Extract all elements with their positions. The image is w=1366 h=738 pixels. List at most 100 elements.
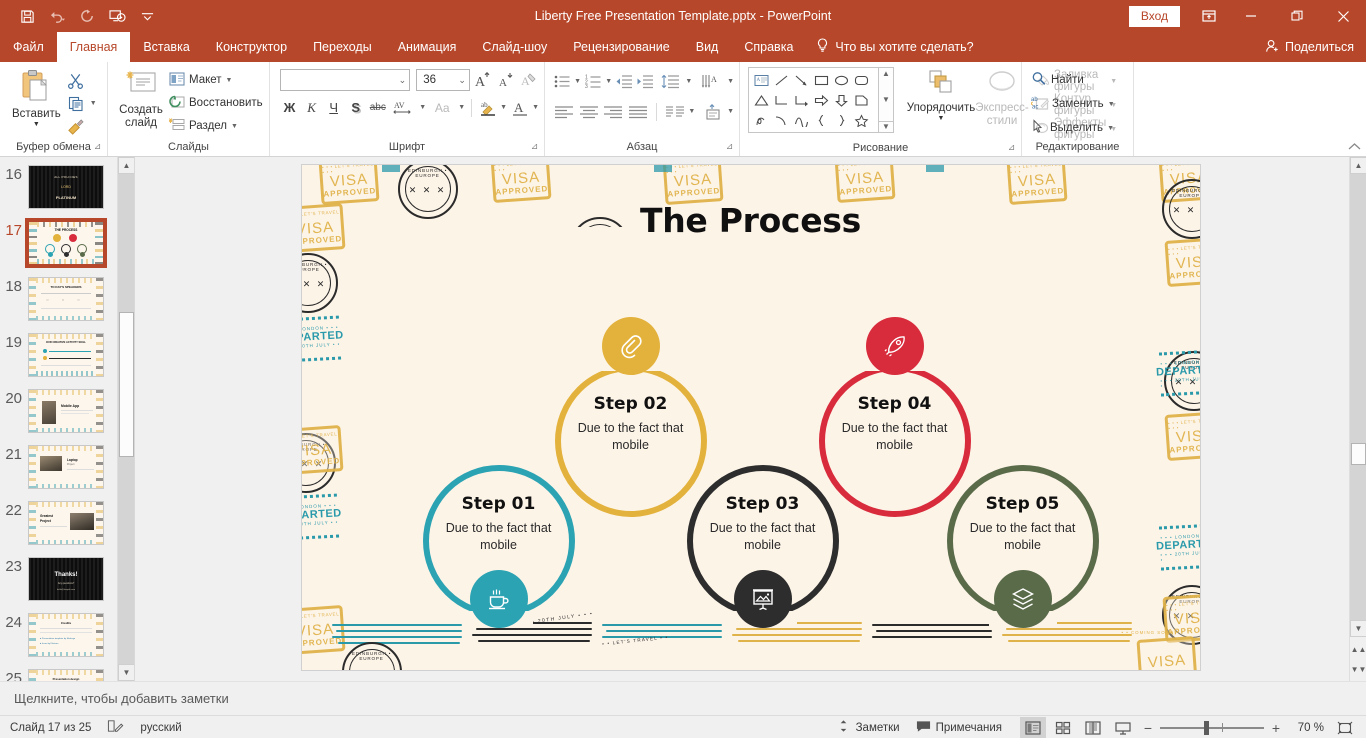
previous-slide-icon[interactable]: ▲▲ [1350,639,1366,659]
close-button[interactable] [1320,0,1366,32]
select-caret[interactable]: ▼ [1107,125,1114,132]
cut-icon[interactable] [65,69,87,91]
tab-help[interactable]: Справка [731,32,806,62]
tab-insert[interactable]: Вставка [130,32,202,62]
redo-icon[interactable] [74,4,100,28]
paperclip-icon[interactable] [601,317,660,375]
thumbnail-preview[interactable]: Thanks! Any questions? hello@freepik.com [28,557,104,601]
right-arrow-shape-icon[interactable] [811,90,831,110]
layout-dropdown-caret[interactable]: ▼ [226,77,233,84]
text-box-shape-icon[interactable]: A [751,70,771,90]
line-shape-icon[interactable] [771,70,791,90]
increase-font-size-icon[interactable]: A [473,69,493,91]
ribbon-display-options-icon[interactable] [1190,0,1228,32]
arrow-shape-icon[interactable] [791,70,811,90]
thumbnail-preview[interactable]: Credits ● Presentation template by Slide… [28,613,104,657]
layers-icon[interactable] [993,570,1052,628]
quick-styles-button[interactable]: Экспресс-стили [975,67,1029,140]
rocket-icon[interactable] [865,317,924,375]
slideshow-view-icon[interactable] [1110,717,1136,738]
elbow-arrow-shape-icon[interactable] [791,90,811,110]
list-item[interactable]: 19 OUR CREATIVE ACTIVITY SKILL [0,325,117,381]
arrange-button[interactable]: Упорядочить ▼ [906,67,976,140]
character-spacing-caret[interactable]: ▼ [419,104,426,111]
align-right-icon[interactable] [602,101,624,123]
font-color-icon[interactable]: A [510,97,529,119]
zoom-in-button[interactable]: + [1268,720,1284,736]
arc-shape-icon[interactable] [771,110,791,130]
star-shape-icon[interactable] [851,110,871,130]
bold-icon[interactable]: Ж [280,97,299,119]
triangle-shape-icon[interactable] [751,90,771,110]
slide-counter[interactable]: Слайд 17 из 25 [10,722,91,734]
text-shadow-icon[interactable]: S [346,97,365,119]
sign-in-button[interactable]: Вход [1128,5,1180,27]
thumbnail-preview[interactable]: Mobile App [28,389,104,433]
list-item[interactable]: 23 Thanks! Any questions? hello@freepik.… [0,549,117,605]
gallery-scroll-down-icon[interactable]: ▼ [882,95,890,104]
notes-button[interactable]: Заметки [836,719,900,736]
list-item[interactable]: 22 Greatest Project [0,493,117,549]
select-button[interactable]: Выделить ▼ [1028,117,1128,139]
line-spacing-icon[interactable] [658,71,683,93]
normal-view-icon[interactable] [1020,716,1046,738]
strikethrough-icon[interactable]: abc [368,97,387,119]
zoom-out-button[interactable]: − [1140,720,1156,736]
spellcheck-icon[interactable] [107,719,124,736]
tab-animations[interactable]: Анимация [385,32,470,62]
format-painter-icon[interactable] [65,116,87,138]
thumbnail-preview[interactable]: Laptop Project [28,445,104,489]
thumbnail-preview[interactable]: TO DAY'S SPEAKERS ○ ○ ○ [28,277,104,321]
slide-scroll-track[interactable] [1350,174,1366,637]
list-item[interactable]: 21 Laptop Project [0,437,117,493]
paragraph-dialog-launcher[interactable]: ⊿ [724,141,735,152]
paste-button[interactable]: Вставить ▼ [8,67,65,139]
find-button[interactable]: Найти [1028,69,1128,91]
replace-caret[interactable]: ▼ [1108,101,1115,108]
font-color-caret[interactable]: ▼ [532,104,539,111]
text-direction-icon[interactable]: A [699,71,724,93]
current-slide[interactable]: • • • LET'S TRAVEL • • • VISA APPROVED EDI… [301,165,1200,670]
tab-transitions[interactable]: Переходы [300,32,385,62]
gallery-scroll-up-icon[interactable]: ▲ [882,69,890,78]
line-spacing-caret[interactable]: ▼ [685,78,692,85]
tell-me-search[interactable]: Что вы хотите сделать? [816,32,974,62]
font-size-dropdown-caret[interactable]: ⌄ [458,75,466,86]
drawing-dialog-launcher[interactable]: ⊿ [1006,142,1017,153]
justify-icon[interactable] [627,101,649,123]
tab-review[interactable]: Рецензирование [560,32,683,62]
slide-scrollbar[interactable]: ▲ ▼ ▲▲ ▼▼ [1349,157,1366,681]
change-case-icon[interactable]: Aa [429,97,455,119]
thumbnail-scrollbar[interactable]: ▲ ▼ [117,157,134,681]
shapes-gallery[interactable]: A [748,67,879,133]
tab-home[interactable]: Главная [56,32,131,62]
align-text-caret[interactable]: ▼ [727,108,734,115]
columns-caret[interactable]: ▼ [688,108,695,115]
left-brace-shape-icon[interactable] [811,110,831,130]
character-spacing-icon[interactable]: AV [390,97,416,119]
customize-qat-icon[interactable] [134,4,160,28]
curve-shape-icon[interactable] [791,110,811,130]
thumbnail-preview[interactable]: Greatest Project [28,501,104,545]
pentagon-shape-icon[interactable] [851,90,871,110]
text-highlight-caret[interactable]: ▼ [500,104,507,111]
undo-icon[interactable] [44,4,70,28]
text-direction-caret[interactable]: ▼ [727,78,734,85]
scribble-shape-icon[interactable] [751,110,771,130]
list-item[interactable]: 17 THE PROCESS [0,213,117,269]
bullets-caret[interactable]: ▼ [574,78,581,85]
coffee-cup-icon[interactable] [469,570,528,628]
tab-design[interactable]: Конструктор [203,32,300,62]
collapse-ribbon-icon[interactable] [1348,142,1361,154]
reset-button[interactable]: Восстановить [166,92,266,114]
zoom-level[interactable]: 70 % [1288,722,1324,734]
tab-slideshow[interactable]: Слайд-шоу [469,32,560,62]
list-item[interactable]: 16 ALL POLICIES LORD PLATINUM [0,157,117,213]
thumbnail-preview[interactable]: THE PROCESS [25,218,107,268]
copy-icon[interactable] [65,93,87,115]
numbering-icon[interactable]: 123 [584,71,602,93]
slide-scroll-up-icon[interactable]: ▲ [1350,157,1366,174]
reading-view-icon[interactable] [1080,717,1106,738]
thumbnail-scroll-thumb[interactable] [119,312,134,457]
zoom-slider-handle[interactable] [1204,720,1209,735]
